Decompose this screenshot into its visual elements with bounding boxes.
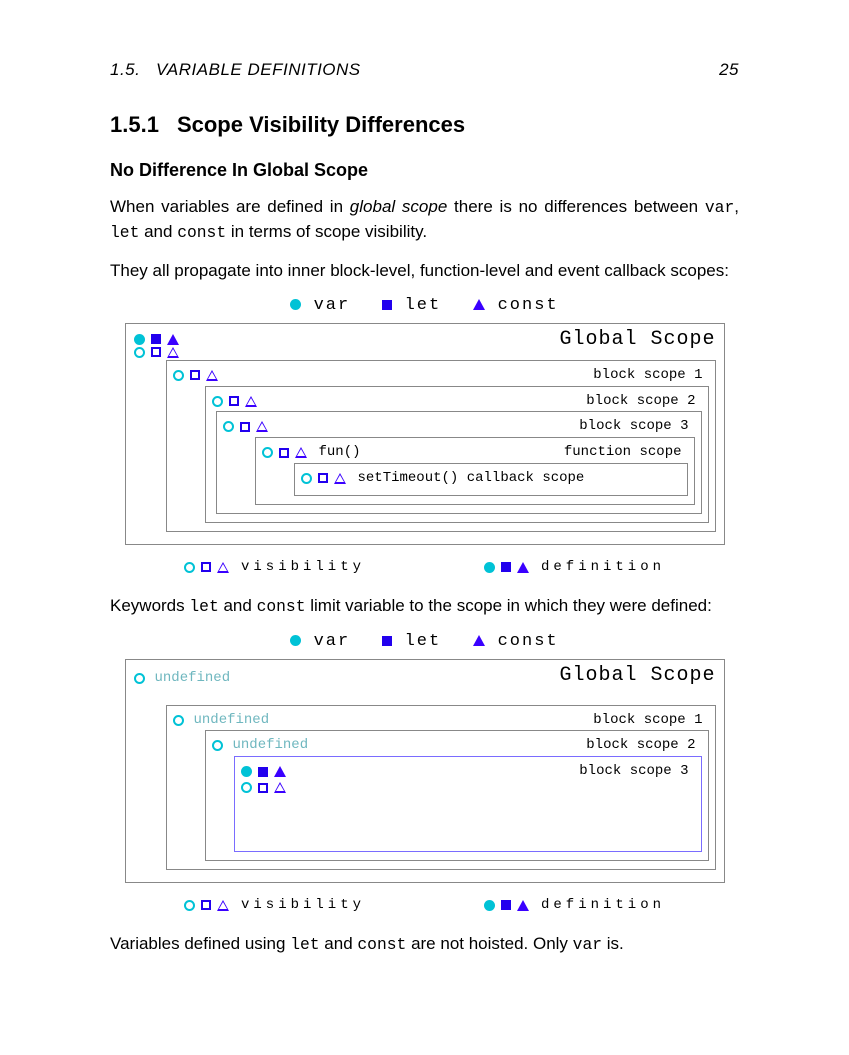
section-title: Scope Visibility Differences (177, 112, 465, 137)
triangle-fill-icon (517, 900, 529, 911)
kw-const: const (357, 935, 406, 954)
scope-block-2-b: undefined block scope 2 block scope 3 (205, 730, 709, 861)
circle-outline-icon (184, 562, 195, 573)
scope-label-callback: setTimeout() callback scope (358, 470, 585, 487)
kw-let: let (290, 935, 319, 954)
kw-const: const (257, 597, 306, 616)
square-fill-icon (501, 900, 511, 910)
undef-global: undefined (155, 670, 231, 687)
paragraph-1: When variables are defined in global sco… (110, 195, 739, 245)
kw-var: var (705, 198, 734, 217)
kw-const: const (177, 223, 226, 242)
page-number: 25 (719, 60, 739, 80)
triangle-fill-icon (517, 562, 529, 573)
scope-label-fun: fun() (319, 444, 361, 461)
term-global-scope: global scope (350, 197, 448, 216)
circle-icon (290, 635, 301, 646)
page: 1.5. VARIABLE DEFINITIONS 25 1.5.1 Scope … (0, 0, 849, 1055)
scope-label-b1: block scope 1 (593, 367, 702, 384)
diagram-legend: var let const (125, 296, 725, 316)
subheading: No Difference In Global Scope (110, 160, 739, 181)
paragraph-2: They all propagate into inner block-leve… (110, 259, 739, 283)
kw-let: let (110, 223, 139, 242)
circle-outline-icon (134, 673, 145, 684)
undef-b2: undefined (233, 737, 309, 754)
kw-var: var (573, 935, 602, 954)
diagram-footer-legend-2: visibility definition (125, 897, 725, 914)
square-icon (382, 636, 392, 646)
scope-block-3: block scope 3 fun() function scope (216, 411, 702, 513)
undef-b1: undefined (194, 712, 270, 729)
paragraph-4: Variables defined using let and const ar… (110, 932, 739, 957)
diagram-footer-legend: visibility definition (125, 559, 725, 576)
diagram-legend-2: var let const (125, 632, 725, 652)
square-outline-icon (201, 562, 211, 572)
scope-label-b2b: block scope 2 (586, 737, 695, 754)
paragraph-3: Keywords let and const limit variable to… (110, 594, 739, 619)
scope-global-2: Global Scope undefined undefined block s… (125, 659, 725, 883)
circle-fill-icon (484, 900, 495, 911)
header-section-num: 1.5. (110, 60, 140, 79)
scope-callback: setTimeout() callback scope (294, 463, 688, 496)
scope-function: fun() function scope setTimeout() callba… (255, 437, 695, 505)
header-section: 1.5. VARIABLE DEFINITIONS (110, 60, 361, 80)
scope-label-b3: block scope 3 (579, 418, 688, 435)
circle-icon (290, 299, 301, 310)
running-head: 1.5. VARIABLE DEFINITIONS 25 (110, 60, 739, 80)
square-fill-icon (501, 562, 511, 572)
circle-outline-icon (173, 715, 184, 726)
scope-label-b1b: block scope 1 (593, 712, 702, 729)
triangle-outline-icon (217, 562, 229, 573)
scope-label-global: Global Scope (559, 328, 715, 352)
triangle-icon (473, 299, 485, 310)
scope-block-1: block scope 1 block scope 2 block scope … (166, 360, 716, 532)
scope-block-2: block scope 2 block scope 3 fun() functi… (205, 386, 709, 523)
section-heading: 1.5.1 Scope Visibility Differences (110, 112, 739, 138)
scope-label-global-2: Global Scope (559, 664, 715, 688)
kw-let: let (189, 597, 218, 616)
triangle-outline-icon (217, 900, 229, 911)
circle-fill-icon (484, 562, 495, 573)
scope-block-3-b: block scope 3 (234, 756, 702, 852)
section-number: 1.5.1 (110, 112, 159, 137)
diagram-global-scope: var let const Global Scope block scope 1… (125, 296, 725, 575)
square-icon (382, 300, 392, 310)
scope-global: Global Scope block scope 1 block scope 2… (125, 323, 725, 545)
header-section-title: VARIABLE DEFINITIONS (156, 60, 361, 79)
scope-label-funscope: function scope (564, 444, 682, 461)
circle-outline-icon (184, 900, 195, 911)
circle-outline-icon (212, 740, 223, 751)
scope-label-b3b: block scope 3 (579, 763, 688, 780)
diagram-block-scope: var let const Global Scope undefined und… (125, 632, 725, 913)
scope-block-1-b: undefined block scope 1 undefined block … (166, 705, 716, 870)
square-outline-icon (201, 900, 211, 910)
triangle-icon (473, 635, 485, 646)
scope-label-b2: block scope 2 (586, 393, 695, 410)
